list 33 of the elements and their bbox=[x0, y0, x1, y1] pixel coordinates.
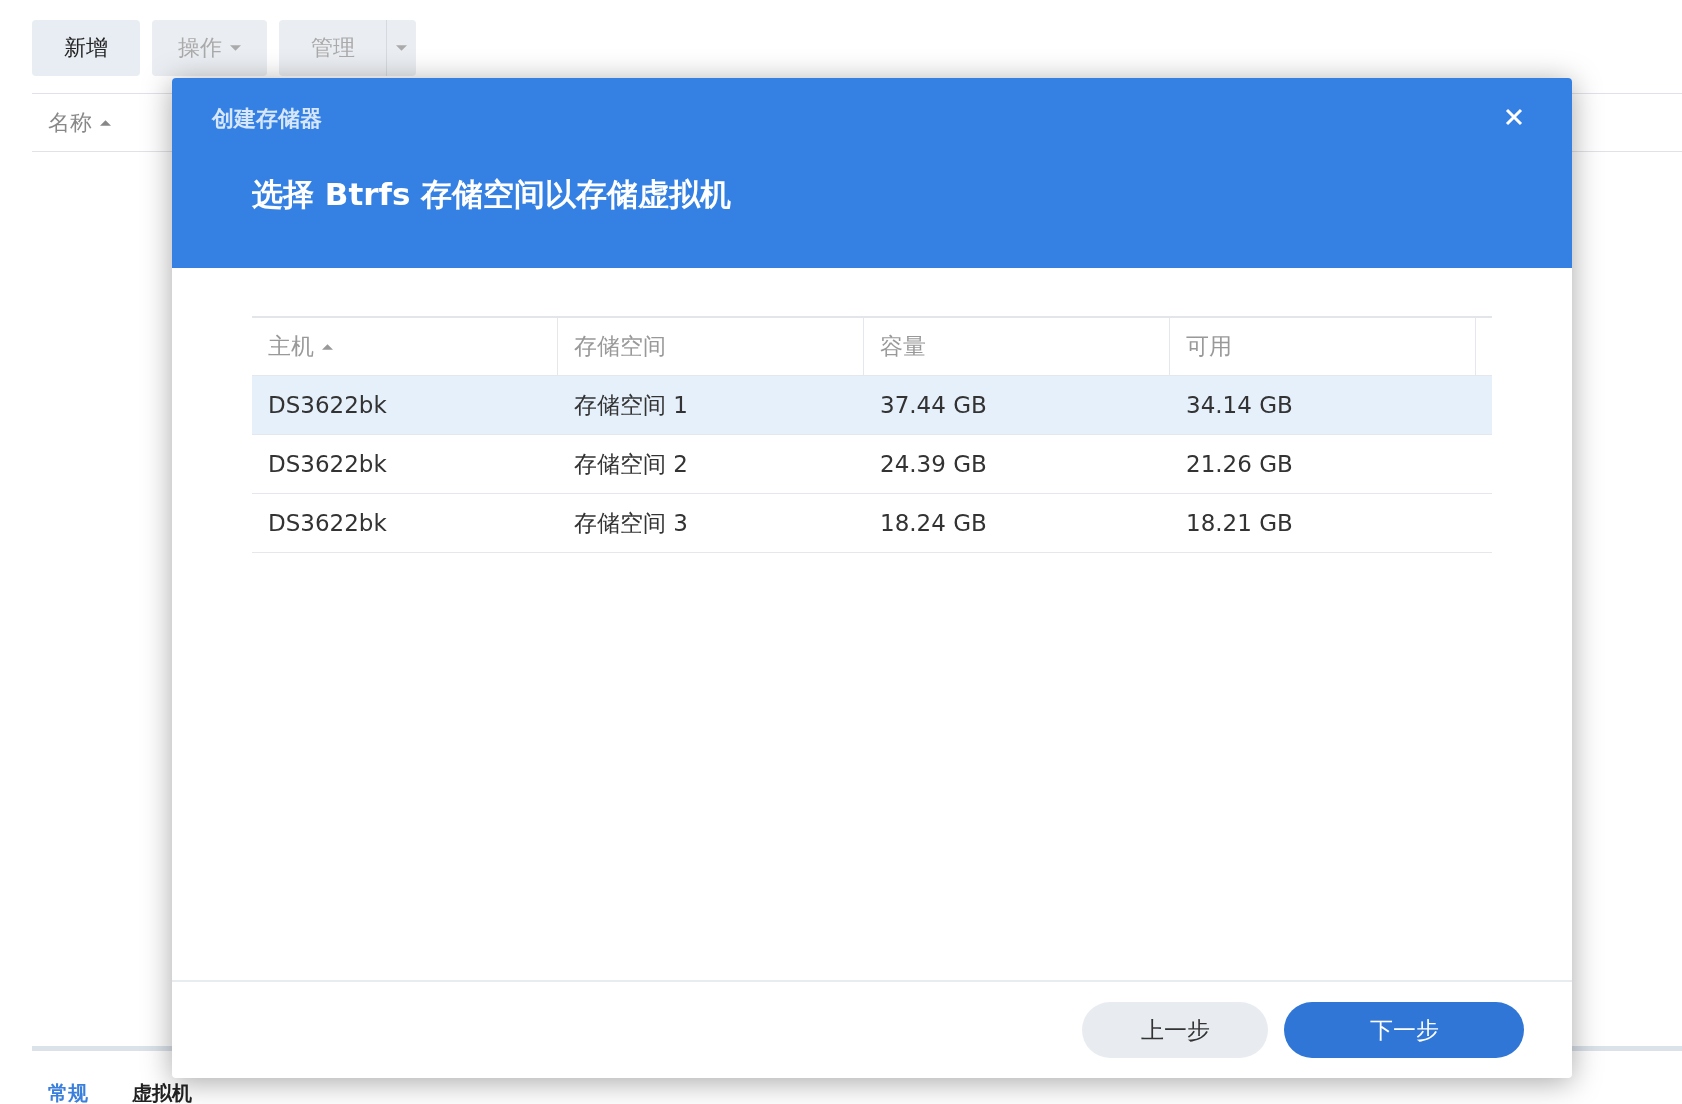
column-header[interactable]: 名称 bbox=[32, 107, 111, 138]
dialog-button[interactable]: 下一步 bbox=[1284, 1002, 1524, 1058]
tab[interactable]: 常规 bbox=[48, 1083, 88, 1104]
dropdown-toggle[interactable] bbox=[386, 20, 416, 76]
table-cell-text: 37.44 GB bbox=[879, 392, 988, 418]
table-row[interactable]: DS3622bk 存储空间 1 37.44 GB 34.14 GB bbox=[252, 376, 1492, 435]
table-cell-text: 存储空间 3 bbox=[573, 508, 689, 538]
table-cell-text: DS3622bk bbox=[267, 510, 388, 536]
table-row[interactable]: DS3622bk 存储空间 3 18.24 GB 18.21 GB bbox=[252, 494, 1492, 553]
dialog-button[interactable]: 上一步 bbox=[1082, 1002, 1268, 1058]
table-cell-text: 18.21 GB bbox=[1185, 510, 1294, 536]
dialog-heading: 选择 Btrfs 存储空间以存储虚拟机 bbox=[251, 175, 733, 214]
table-cell-text: 21.26 GB bbox=[1185, 451, 1294, 477]
dialog-title: 创建存储器 bbox=[212, 105, 322, 133]
caret-icon bbox=[396, 45, 407, 51]
sort-ascending-icon bbox=[100, 119, 111, 126]
column-header[interactable]: 主机 bbox=[252, 318, 558, 375]
table-cell-text: DS3622bk bbox=[267, 392, 388, 418]
table-cell-text: 18.24 GB bbox=[879, 510, 988, 536]
tab[interactable]: 虚拟机 bbox=[132, 1083, 192, 1104]
table-cell-text: 24.39 GB bbox=[879, 451, 988, 477]
table-cell-text: DS3622bk bbox=[267, 451, 388, 477]
column-header[interactable]: 可用 bbox=[1170, 318, 1476, 375]
sort-ascending-icon bbox=[322, 343, 333, 350]
toolbar-button[interactable]: 新增 bbox=[32, 20, 140, 76]
column-header[interactable]: 容量 bbox=[864, 318, 1170, 375]
column-header[interactable]: 存储空间 bbox=[558, 318, 864, 375]
table-cell-text: 存储空间 1 bbox=[573, 390, 689, 420]
table-cell-text: 存储空间 2 bbox=[573, 449, 689, 479]
caret-icon bbox=[230, 45, 241, 51]
table-row[interactable]: DS3622bk 存储空间 2 24.39 GB 21.26 GB bbox=[252, 435, 1492, 494]
close-icon[interactable] bbox=[1504, 107, 1524, 127]
table-cell-text: 34.14 GB bbox=[1185, 392, 1294, 418]
